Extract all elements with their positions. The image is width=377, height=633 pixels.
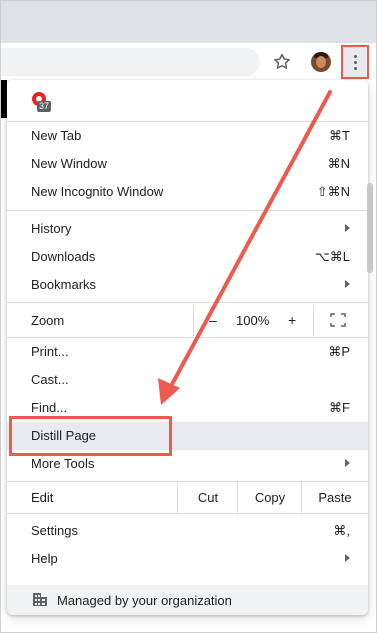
window-frame — [0, 0, 377, 633]
